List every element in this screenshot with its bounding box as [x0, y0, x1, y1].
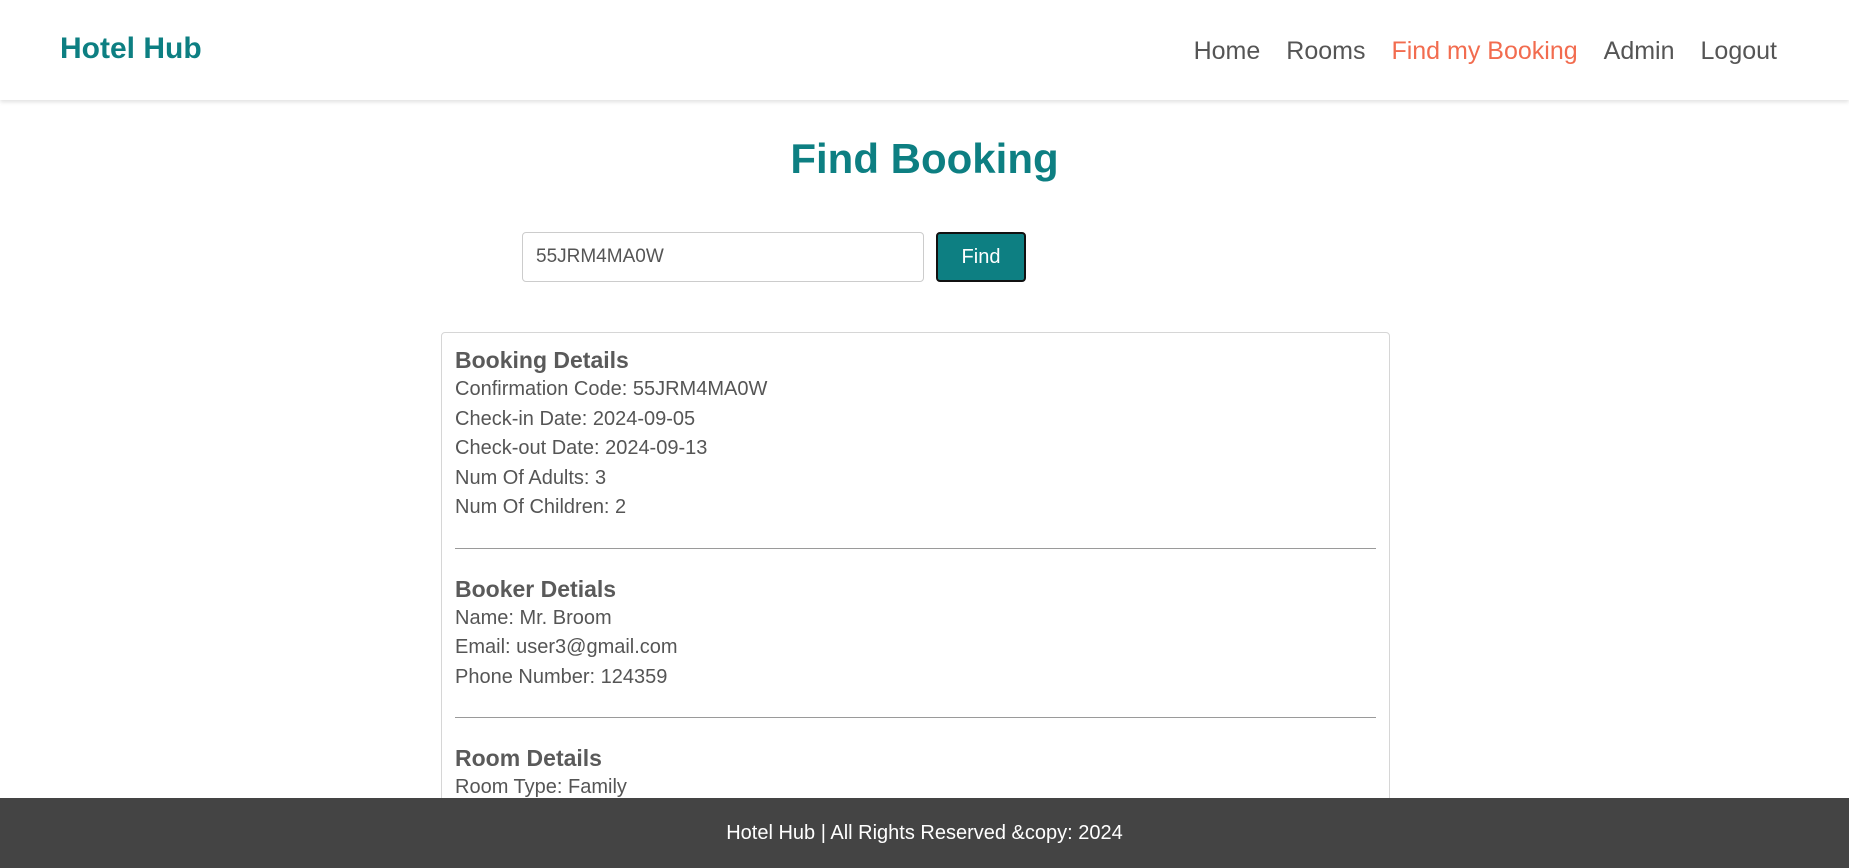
booking-details-section: Booking Details Confirmation Code: 55JRM…	[455, 345, 1376, 523]
page-title: Find Booking	[790, 135, 1059, 182]
booking-details-title: Booking Details	[455, 347, 629, 373]
nav-links: Home Rooms Find my Booking Admin Logout	[1168, 35, 1777, 66]
check-in-date-line: Check-in Date: 2024-09-05	[455, 407, 696, 430]
section-divider	[455, 547, 1376, 549]
section-divider	[455, 717, 1376, 718]
search-row: Find	[522, 232, 1026, 282]
nav-link-logout[interactable]: Logout	[1701, 37, 1777, 66]
nav-link-admin[interactable]: Admin	[1604, 37, 1675, 66]
nav-link-find-my-booking[interactable]: Find my Booking	[1391, 37, 1577, 66]
booker-details-section: Booker Detials Name: Mr. Broom Email: us…	[455, 574, 1376, 693]
top-navbar: Hotel Hub Home Rooms Find my Booking Adm…	[0, 0, 1849, 100]
num-adults-line: Num Of Adults: 3	[455, 466, 607, 489]
booker-phone-line: Phone Number: 124359	[455, 665, 668, 688]
nav-link-home[interactable]: Home	[1194, 37, 1261, 66]
confirmation-code-input[interactable]	[522, 232, 924, 282]
booker-email-line: Email: user3@gmail.com	[455, 636, 678, 658]
footer-text: Hotel Hub | All Rights Reserved &copy: 2…	[726, 821, 1123, 844]
find-button[interactable]: Find	[936, 232, 1026, 282]
confirmation-code-line: Confirmation Code: 55JRM4MA0W	[455, 378, 768, 400]
nav-link-rooms[interactable]: Rooms	[1286, 37, 1365, 66]
booker-details-title: Booker Detials	[455, 575, 617, 602]
check-out-date-line: Check-out Date: 2024-09-13	[455, 437, 708, 459]
room-details-section: Room Details Room Type: Family	[455, 743, 1376, 803]
booking-details-card: Booking Details Confirmation Code: 55JRM…	[441, 332, 1390, 868]
room-details-title: Room Details	[455, 745, 602, 771]
num-children-line: Num Of Children: 2	[455, 496, 627, 518]
brand-logo[interactable]: Hotel Hub	[60, 32, 202, 66]
footer: Hotel Hub | All Rights Reserved &copy: 2…	[0, 798, 1849, 868]
booker-name-line: Name: Mr. Broom	[455, 606, 612, 629]
